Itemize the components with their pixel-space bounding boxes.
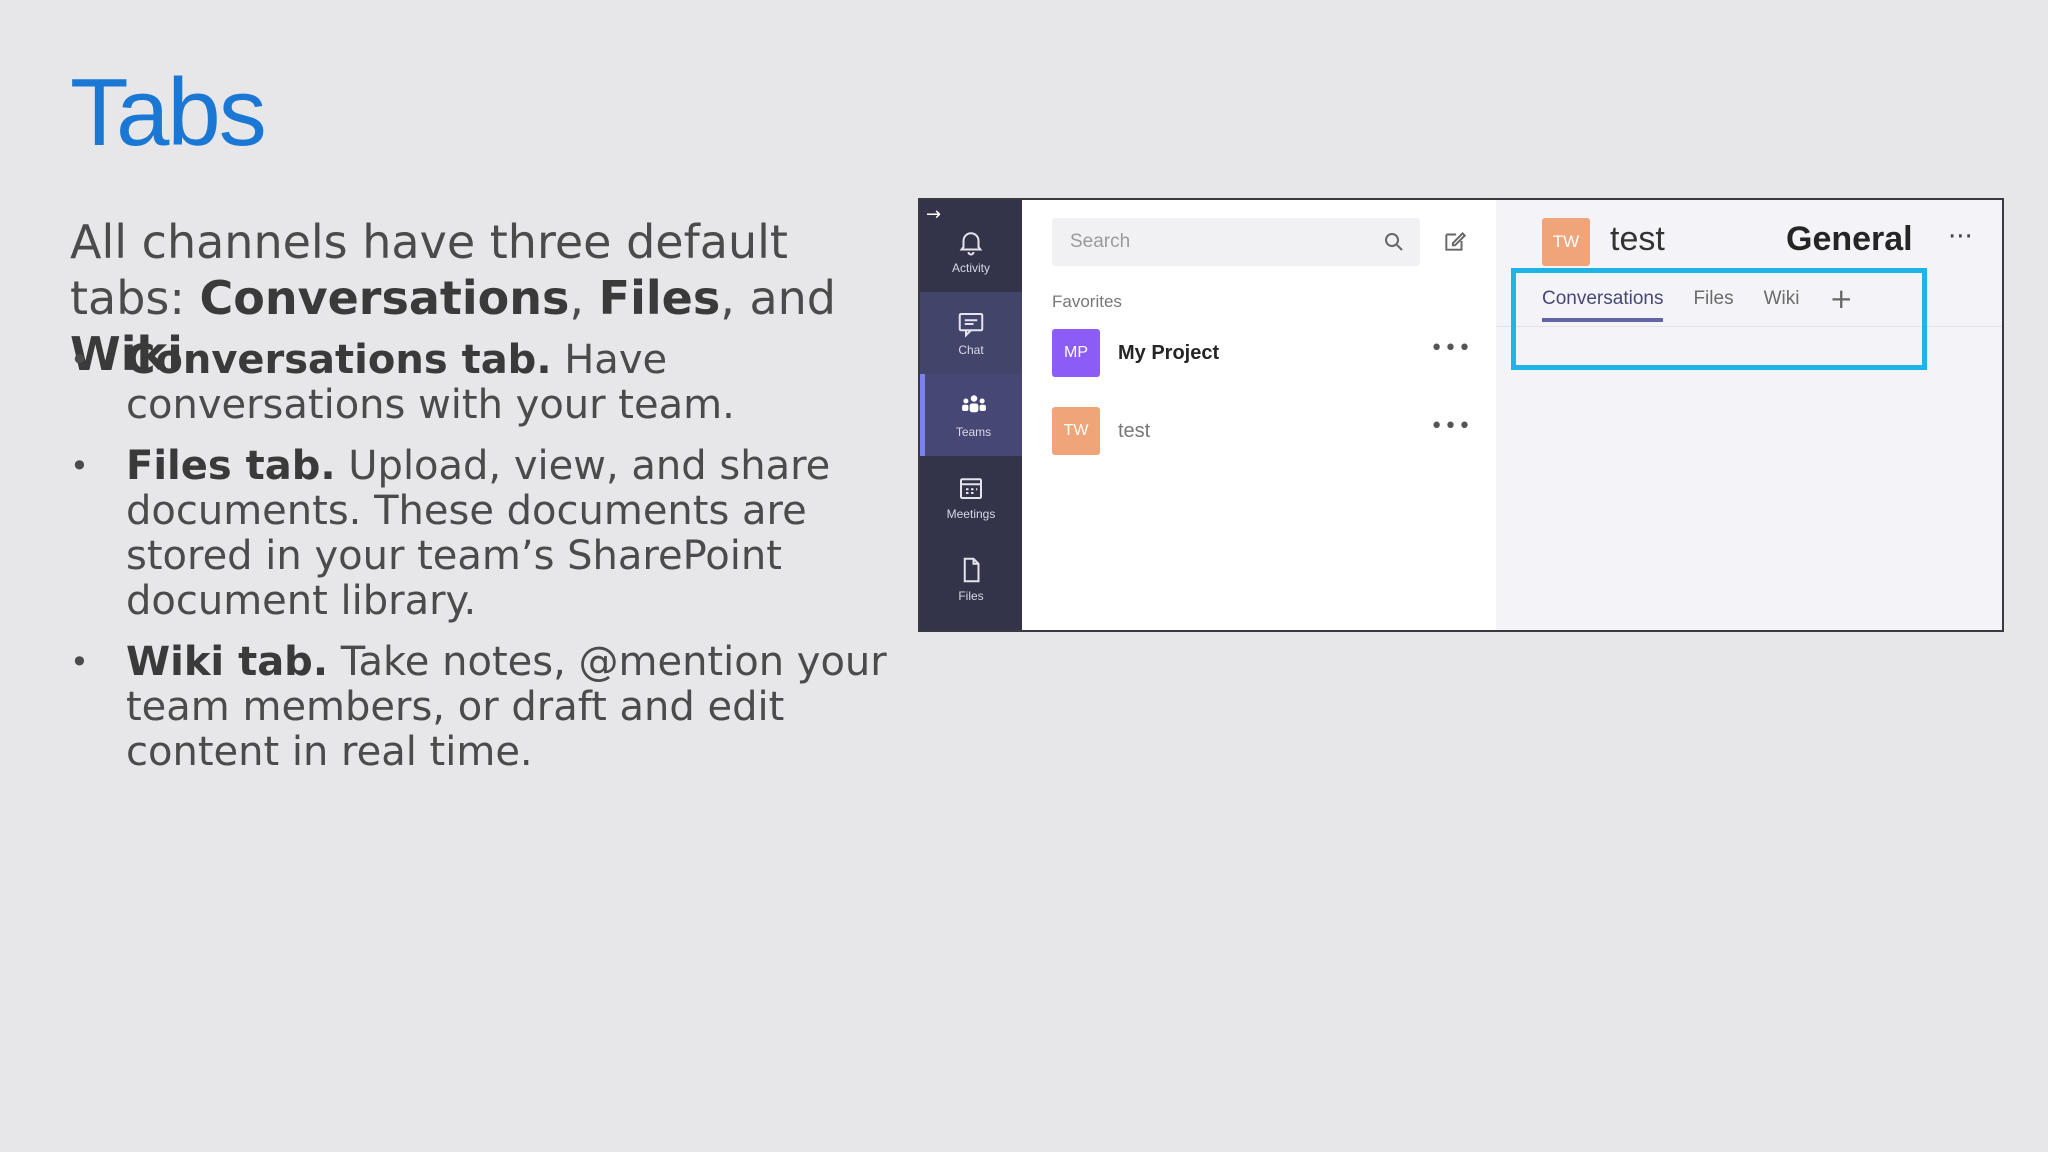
team-item-test[interactable]: TW test ••• bbox=[1052, 406, 1472, 456]
favorites-label: Favorites bbox=[1052, 292, 1122, 311]
rail-item-activity[interactable]: Activity bbox=[920, 210, 1022, 292]
app-rail: → Activity Chat Teams Meetings Files bbox=[920, 200, 1022, 630]
rail-label: Activity bbox=[951, 261, 990, 275]
teams-list-pane: Search Favorites MP My Project ••• TW te… bbox=[1022, 200, 1496, 630]
team-name: test bbox=[1118, 419, 1151, 442]
tabs-highlight-box bbox=[1511, 268, 1927, 370]
team-avatar: TW bbox=[1052, 407, 1100, 455]
bullet-list: • Conversations tab. Have conversations w… bbox=[70, 338, 910, 791]
bullet-head: Wiki tab. bbox=[126, 639, 329, 685]
bullet-dot: • bbox=[70, 643, 89, 681]
intro-sep: , and bbox=[720, 271, 836, 325]
channel-more-icon[interactable]: ··· bbox=[1948, 222, 1973, 252]
bullet-head: Files tab. bbox=[126, 443, 336, 489]
bullet-dot: • bbox=[70, 341, 89, 379]
compose-icon[interactable] bbox=[1442, 228, 1468, 254]
file-icon bbox=[963, 557, 980, 583]
team-item-my-project[interactable]: MP My Project ••• bbox=[1052, 328, 1472, 378]
channel-name: General bbox=[1786, 220, 1913, 258]
rail-label: Chat bbox=[958, 343, 984, 357]
channel-pane: TW test General ··· Conversations Files … bbox=[1496, 200, 2002, 630]
channel-team-name: test bbox=[1610, 220, 1665, 258]
more-options-icon[interactable]: ••• bbox=[1430, 336, 1472, 361]
search-icon[interactable] bbox=[1382, 230, 1406, 254]
bell-icon bbox=[959, 232, 983, 256]
rail-item-chat[interactable]: Chat bbox=[920, 292, 1022, 374]
bullet-dot: • bbox=[70, 447, 89, 485]
rail-label: Meetings bbox=[946, 507, 996, 521]
intro-sep: , bbox=[569, 271, 599, 325]
teams-icon bbox=[961, 395, 986, 413]
rail-item-files[interactable]: Files bbox=[920, 538, 1022, 620]
chat-icon bbox=[958, 313, 984, 338]
bullet-head: Conversations tab. bbox=[126, 337, 552, 383]
intro-files: Files bbox=[598, 271, 721, 325]
more-options-icon[interactable]: ••• bbox=[1430, 414, 1472, 439]
bullet-item: • Wiki tab. Take notes, @mention your tea… bbox=[70, 640, 910, 775]
team-avatar: MP bbox=[1052, 329, 1100, 377]
bullet-item: • Files tab. Upload, view, and share docu… bbox=[70, 444, 910, 624]
bullet-item: • Conversations tab. Have conversations w… bbox=[70, 338, 910, 428]
calendar-icon bbox=[960, 478, 982, 499]
rail-item-teams[interactable]: Teams bbox=[920, 374, 1022, 456]
rail-item-meetings[interactable]: Meetings bbox=[920, 456, 1022, 538]
rail-label: Files bbox=[958, 589, 984, 603]
rail-label: Teams bbox=[955, 425, 992, 439]
teams-screenshot: → Activity Chat Teams Meetings Files Sea… bbox=[918, 198, 2004, 632]
search-input[interactable]: Search bbox=[1052, 218, 1420, 266]
team-name: My Project bbox=[1118, 341, 1220, 364]
channel-team-avatar: TW bbox=[1542, 218, 1590, 266]
intro-conversations: Conversations bbox=[199, 271, 570, 325]
search-placeholder: Search bbox=[1070, 231, 1131, 252]
slide-title: Tabs bbox=[70, 59, 267, 166]
